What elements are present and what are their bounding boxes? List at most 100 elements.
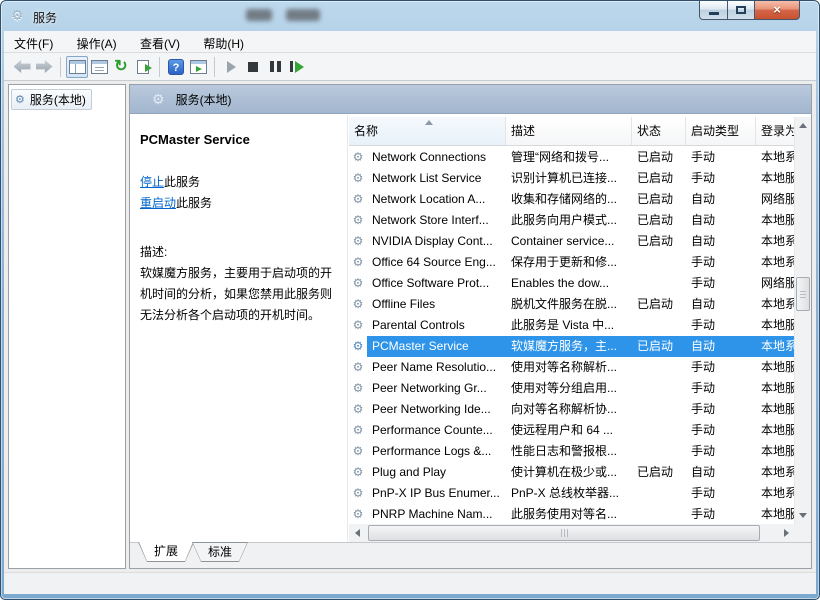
properties-button[interactable] bbox=[88, 56, 110, 78]
table-row[interactable]: ⚙ Office Software Prot... Enables the do… bbox=[349, 273, 794, 294]
cell-description: 使计算机在极少或... bbox=[506, 462, 632, 483]
column-header-startup-type[interactable]: 启动类型 bbox=[686, 117, 756, 145]
scroll-left-button[interactable] bbox=[349, 525, 365, 541]
footer-tab-strip: 扩展 标准 bbox=[130, 542, 811, 568]
tree-item-services-local[interactable]: ⚙ 服务(本地) bbox=[11, 89, 92, 110]
table-row[interactable]: ⚙ PnP-X IP Bus Enumer... PnP-X 总线枚举器... … bbox=[349, 483, 794, 504]
vertical-scroll-thumb[interactable] bbox=[796, 277, 810, 311]
window-title: 服务 bbox=[33, 9, 57, 26]
column-header-description[interactable]: 描述 bbox=[506, 117, 632, 145]
cell-logon-as: 本地系统 bbox=[756, 483, 794, 504]
cell-description: 向对等名称解析协... bbox=[506, 399, 632, 420]
back-button[interactable] bbox=[11, 56, 33, 78]
table-row[interactable]: ⚙ Network Store Interf... 此服务向用户模式... 已启… bbox=[349, 210, 794, 231]
cell-logon-as: 本地服务 bbox=[756, 168, 794, 189]
table-row[interactable]: ⚙ Performance Counte... 使远程用户和 64 ... 手动… bbox=[349, 420, 794, 441]
table-row[interactable]: ⚙ PCMaster Service 软媒魔方服务，主... 已启动 自动 本地… bbox=[349, 336, 794, 357]
table-row[interactable]: ⚙ NVIDIA Display Cont... Container servi… bbox=[349, 231, 794, 252]
table-row[interactable]: ⚙ Office 64 Source Eng... 保存用于更新和修... 手动… bbox=[349, 252, 794, 273]
cell-name: Office Software Prot... bbox=[367, 273, 506, 294]
service-gear-icon: ⚙ bbox=[349, 462, 367, 483]
cell-logon-as: 本地服务 bbox=[756, 399, 794, 420]
refresh-button[interactable]: ↻ bbox=[110, 56, 132, 78]
table-row[interactable]: ⚙ Parental Controls 此服务是 Vista 中... 手动 本… bbox=[349, 315, 794, 336]
horizontal-scrollbar[interactable] bbox=[349, 524, 794, 542]
help-button[interactable]: ? bbox=[165, 56, 187, 78]
cell-startup-type: 手动 bbox=[686, 252, 756, 273]
restart-service-button[interactable] bbox=[286, 56, 308, 78]
pause-service-button[interactable] bbox=[264, 56, 286, 78]
scroll-right-button[interactable] bbox=[778, 525, 794, 541]
cell-status bbox=[632, 273, 686, 294]
stop-service-button[interactable] bbox=[242, 56, 264, 78]
minimize-icon bbox=[709, 12, 719, 15]
table-row[interactable]: ⚙ Peer Name Resolutio... 使用对等名称解析... 手动 … bbox=[349, 357, 794, 378]
restart-service-line: 重启动此服务 bbox=[140, 193, 339, 214]
table-row[interactable]: ⚙ PNRP Machine Nam... 此服务使用对等名... 手动 本地服… bbox=[349, 504, 794, 524]
tab-standard[interactable]: 标准 bbox=[192, 542, 248, 562]
cell-logon-as: 网络服务 bbox=[756, 273, 794, 294]
table-row[interactable]: ⚙ Plug and Play 使计算机在极少或... 已启动 自动 本地系统 bbox=[349, 462, 794, 483]
table-row[interactable]: ⚙ Peer Networking Ide... 向对等名称解析协... 手动 … bbox=[349, 399, 794, 420]
table-row[interactable]: ⚙ Performance Logs &... 性能日志和警报根... 手动 本… bbox=[349, 441, 794, 462]
cell-name: Peer Networking Ide... bbox=[367, 399, 506, 420]
minimize-button[interactable] bbox=[699, 1, 728, 20]
console-tree-pane: ⚙ 服务(本地) bbox=[8, 84, 126, 569]
cell-status bbox=[632, 483, 686, 504]
main-area: ⚙ 服务(本地) ⚙ 服务(本地) PCMaster Service 停止此服务… bbox=[4, 81, 816, 594]
show-console-tree-button[interactable] bbox=[66, 56, 88, 78]
start-service-button[interactable] bbox=[220, 56, 242, 78]
vertical-scrollbar[interactable] bbox=[794, 117, 811, 524]
cell-name: Peer Name Resolutio... bbox=[367, 357, 506, 378]
table-row[interactable]: ⚙ Peer Networking Gr... 使用对等分组启用... 手动 本… bbox=[349, 378, 794, 399]
cell-description: PnP-X 总线枚举器... bbox=[506, 483, 632, 504]
scroll-left-icon bbox=[355, 529, 360, 537]
service-gear-icon: ⚙ bbox=[349, 483, 367, 504]
cell-description: 性能日志和警报根... bbox=[506, 441, 632, 462]
cell-description: 管理“网络和拨号... bbox=[506, 147, 632, 168]
cell-description: 此服务向用户模式... bbox=[506, 210, 632, 231]
action-pane-icon bbox=[190, 60, 207, 74]
column-header-status[interactable]: 状态 bbox=[632, 117, 686, 145]
menu-action[interactable]: 操作(A) bbox=[67, 31, 127, 53]
restart-service-link[interactable]: 重启动 bbox=[140, 196, 176, 210]
scrollbar-corner bbox=[794, 524, 811, 542]
cell-status bbox=[632, 315, 686, 336]
menu-help[interactable]: 帮助(H) bbox=[193, 31, 254, 53]
title-bar[interactable]: ⚙ 服务 × bbox=[1, 1, 819, 31]
table-row[interactable]: ⚙ Network Location A... 收集和存储网络的... 已启动 … bbox=[349, 189, 794, 210]
scroll-down-icon bbox=[799, 513, 807, 518]
service-list: 名称 描述 状态 启动类型 登录为 ⚙ Network Connections … bbox=[347, 115, 811, 542]
cell-startup-type: 手动 bbox=[686, 357, 756, 378]
table-row[interactable]: ⚙ Offline Files 脱机文件服务在脱... 已启动 自动 本地系统 bbox=[349, 294, 794, 315]
table-row[interactable]: ⚙ Network List Service 识别计算机已连接... 已启动 手… bbox=[349, 168, 794, 189]
cell-logon-as: 网络服务 bbox=[756, 189, 794, 210]
list-header: 名称 描述 状态 启动类型 登录为 bbox=[349, 117, 794, 146]
forward-button[interactable] bbox=[33, 56, 55, 78]
show-action-pane-button[interactable] bbox=[187, 56, 209, 78]
cell-status bbox=[632, 357, 686, 378]
stop-service-link[interactable]: 停止 bbox=[140, 175, 164, 189]
export-list-button[interactable] bbox=[132, 56, 154, 78]
scroll-up-button[interactable] bbox=[796, 118, 810, 133]
redacted-text bbox=[286, 9, 320, 21]
cell-startup-type: 手动 bbox=[686, 504, 756, 524]
service-gear-icon: ⚙ bbox=[349, 210, 367, 231]
table-row[interactable]: ⚙ Network Connections 管理“网络和拨号... 已启动 手动… bbox=[349, 147, 794, 168]
scroll-down-button[interactable] bbox=[796, 508, 810, 523]
forward-icon bbox=[36, 60, 53, 73]
tab-extended[interactable]: 扩展 bbox=[138, 542, 194, 562]
cell-logon-as: 本地服务 bbox=[756, 357, 794, 378]
service-gear-icon: ⚙ bbox=[349, 420, 367, 441]
maximize-button[interactable] bbox=[728, 1, 755, 20]
service-gear-icon: ⚙ bbox=[349, 504, 367, 524]
column-header-name[interactable]: 名称 bbox=[349, 117, 506, 145]
properties-icon bbox=[91, 60, 108, 74]
menu-file[interactable]: 文件(F) bbox=[4, 31, 63, 53]
horizontal-scroll-thumb[interactable] bbox=[368, 525, 760, 541]
close-button[interactable]: × bbox=[755, 1, 800, 20]
service-gear-icon: ⚙ bbox=[349, 315, 367, 336]
menu-view[interactable]: 查看(V) bbox=[130, 31, 190, 53]
column-header-logon-as[interactable]: 登录为 bbox=[756, 117, 794, 145]
cell-status bbox=[632, 399, 686, 420]
